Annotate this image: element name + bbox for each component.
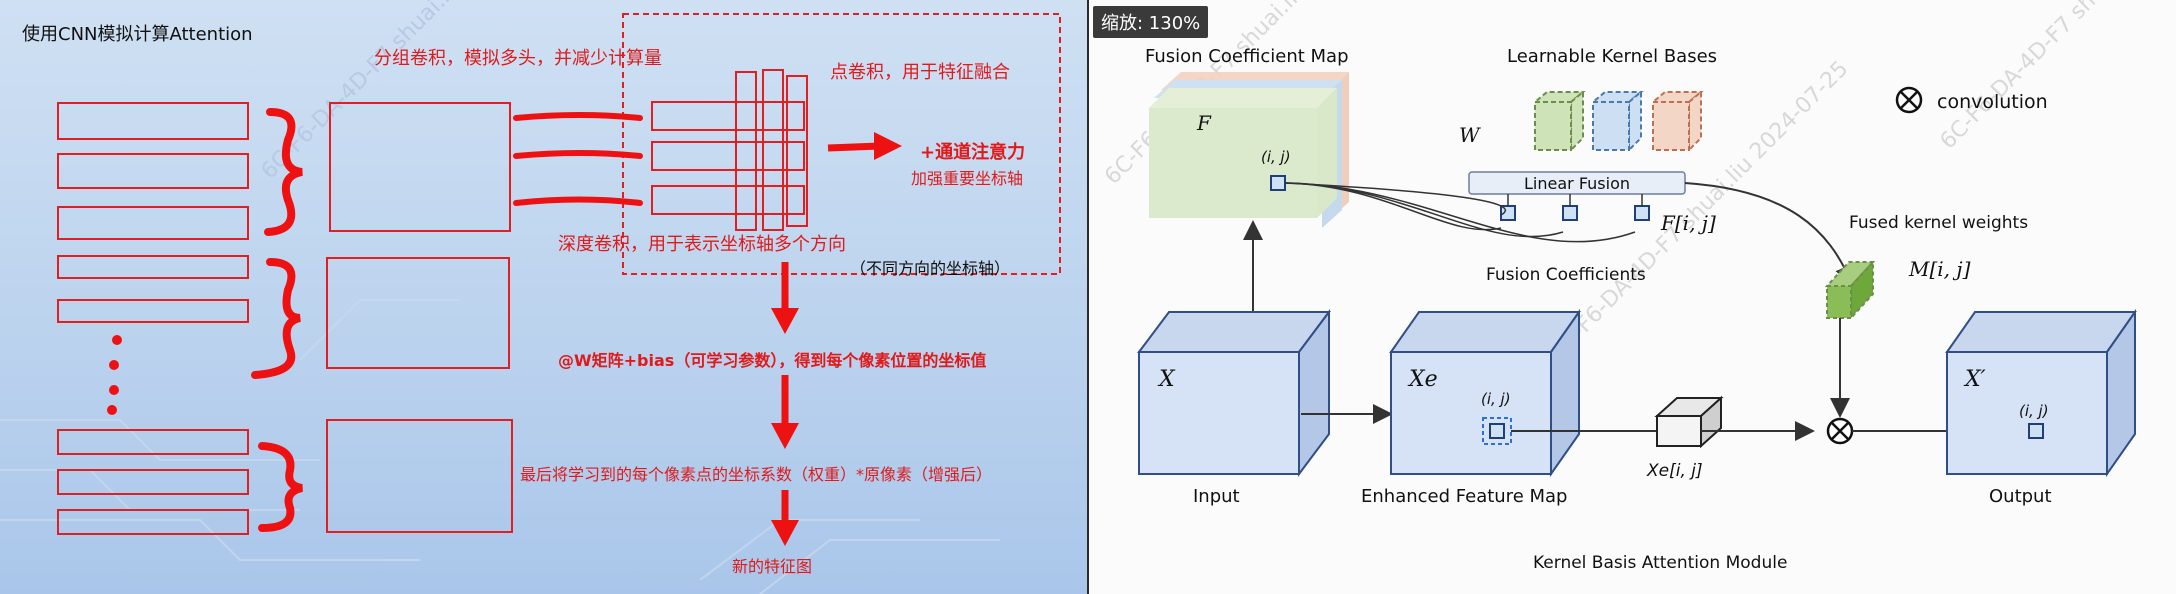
- x-label: X: [1157, 367, 1176, 392]
- down-arrows: [771, 262, 799, 546]
- input-box: [57, 206, 249, 240]
- group-box: [326, 257, 510, 369]
- input-cube: [1137, 309, 1331, 477]
- depthwise-note: 深度卷积，用于表示坐标轴多个方向: [558, 234, 846, 255]
- weight-note: 最后将学习到的每个像素点的坐标系数（权重）*原像素（增强后）: [520, 465, 992, 484]
- pointwise-note: 点卷积，用于特征融合: [830, 62, 1010, 83]
- xe-label: Xe: [1407, 367, 1438, 392]
- pointwise-box: [651, 101, 805, 131]
- svg-text:6C-F6-DA-4D-F7 shuai.liu 2024-: 6C-F6-DA-4D-F7 shuai.liu 2024-07-25: [1936, 0, 2176, 154]
- pointwise-box: [651, 185, 805, 215]
- xe-pixel-marker: [1489, 423, 1505, 439]
- linear-fusion-label: Linear Fusion: [1524, 174, 1630, 193]
- convolution-legend-label: convolution: [1937, 91, 2048, 113]
- convolution-legend-icon: [1895, 86, 1923, 114]
- depthwise-bar: [762, 69, 784, 231]
- f-ij-label: F[i, j]: [1660, 211, 1716, 235]
- kba-diagram: 6C-F6-DA-4D-F7 shuai.liu 2024-07-25 6C-F…: [1100, 0, 2176, 573]
- annotated-slide-panel: 6C-F6-DA-4D-F7 shuai.liu 2024-07-26 使用CN…: [0, 0, 1087, 594]
- fused-kernel-weights-label: Fused kernel weights: [1849, 213, 2028, 233]
- pointwise-box: [651, 141, 805, 171]
- new-feature-label: 新的特征图: [732, 557, 812, 576]
- input-box: [57, 429, 249, 455]
- enhanced-label: Enhanced Feature Map: [1361, 486, 1567, 507]
- w-label: W: [1459, 123, 1481, 147]
- group-conv-note: 分组卷积，模拟多头，并减少计算量: [374, 48, 662, 69]
- group-box: [326, 419, 513, 533]
- fusion-coefficients-label: Fusion Coefficients: [1486, 265, 1646, 285]
- input-box: [57, 469, 249, 495]
- input-box: [57, 102, 249, 140]
- xe-ij-label: Xe[i, j]: [1646, 461, 1703, 481]
- x-prime-label: X′: [1963, 367, 1986, 392]
- ij-label-f: (i, j): [1261, 148, 1291, 166]
- channel-attention-note: +通道注意力: [920, 141, 1025, 163]
- channel-attention-sub: 加强重要坐标轴: [911, 169, 1023, 188]
- learnable-bases-label: Learnable Kernel Bases: [1507, 46, 1717, 67]
- pointwise-boxes: [651, 69, 808, 231]
- f-label: F: [1196, 111, 1212, 135]
- xe-patch-cube: [1654, 395, 1724, 449]
- right-arrow: [827, 132, 902, 160]
- slide-title: 使用CNN模拟计算Attention: [22, 24, 253, 45]
- input-box: [57, 509, 249, 535]
- ellipsis-dots: [107, 335, 122, 415]
- zoom-indicator: 缩放: 130%: [1093, 6, 1209, 38]
- output-label: Output: [1989, 486, 2052, 507]
- fusion-coefficient-map-label: Fusion Coefficient Map: [1145, 46, 1349, 67]
- input-box: [57, 255, 249, 279]
- output-pixel-marker: [2028, 423, 2044, 439]
- kernel-bases-group: [1532, 89, 1704, 153]
- module-title: Kernel Basis Attention Module: [1533, 553, 1787, 573]
- input-label: Input: [1193, 486, 1240, 507]
- fusion-coefficient-map-cube: [1149, 72, 1349, 228]
- ij-label-out: (i, j): [2019, 402, 2049, 420]
- flow-arrows: [513, 112, 643, 206]
- fusion-coefficient-squares: [1500, 205, 1650, 221]
- output-cube: [1945, 308, 2137, 478]
- input-box: [57, 153, 249, 189]
- input-box: [57, 299, 249, 323]
- fused-kernel-cube: [1824, 259, 1876, 321]
- ij-label-xe: (i, j): [1481, 390, 1511, 408]
- depthwise-sub: （不同方向的坐标轴）: [850, 259, 1010, 278]
- group-box: [329, 102, 511, 232]
- m-ij-label: M[i, j]: [1908, 257, 1971, 281]
- depthwise-bar: [735, 71, 757, 231]
- slide-drawing: 6C-F6-DA-4D-F7 shuai.liu 2024-07-26 使用CN…: [0, 0, 1061, 594]
- convolution-op-icon: [1826, 417, 1854, 445]
- input-head-boxes: [57, 102, 249, 535]
- pixel-ij-marker: [1270, 175, 1286, 191]
- group-conv-boxes: [326, 102, 513, 533]
- circuit-background: [0, 299, 1000, 594]
- matrix-note: @W矩阵+bias（可学习参数），得到每个像素位置的坐标值: [558, 351, 986, 370]
- kernel-basis-attention-panel: 6C-F6-DA-4D-F7 shuai.liu 2024-07-25 6C-F…: [1089, 0, 2176, 594]
